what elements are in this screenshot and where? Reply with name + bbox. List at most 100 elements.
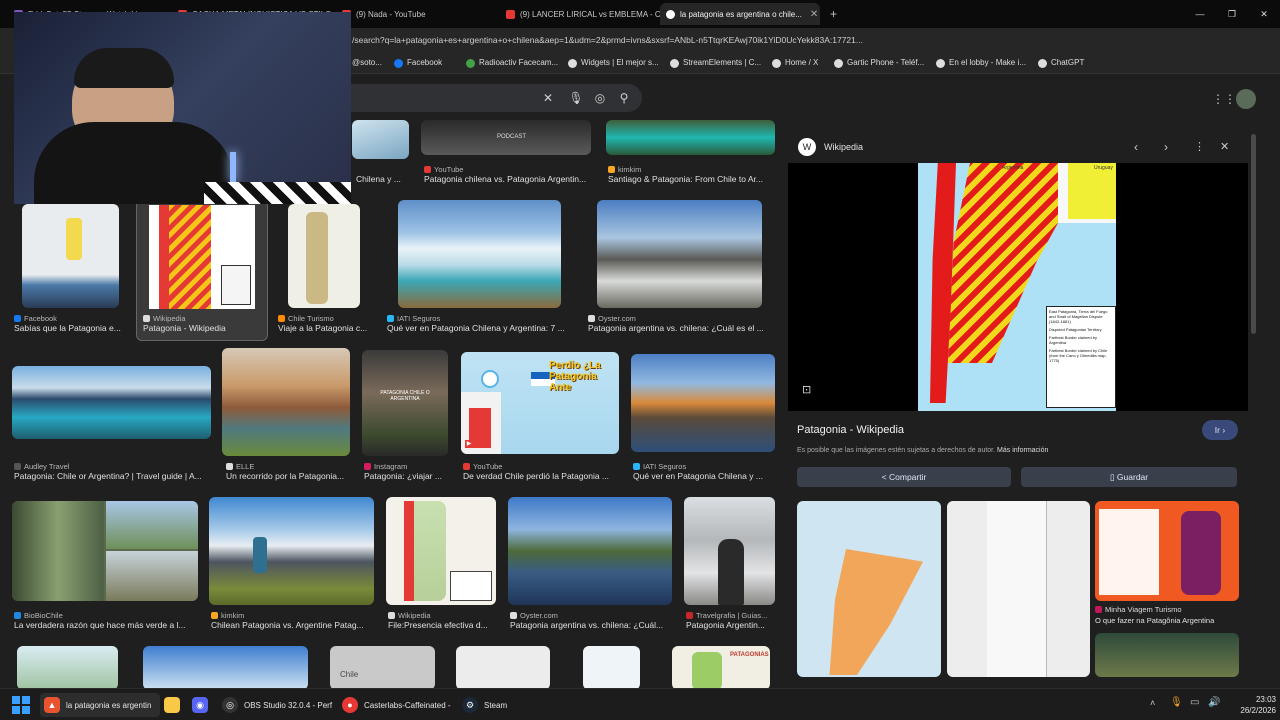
result-thumb[interactable] [398,200,561,308]
save-button[interactable]: ▯ Guardar [1021,467,1237,487]
result-thumb[interactable] [386,497,496,605]
search-box[interactable]: ✕ 🎙 ◎ ⚲ [340,84,642,112]
panel-site[interactable]: Wikipedia [824,142,863,152]
tab-nada[interactable]: (9) Nada - YouTube [336,3,496,25]
result-title[interactable]: Qué ver en Patagonia Chilena y Argentina… [387,323,573,333]
result-thumb[interactable] [22,204,119,308]
result-title[interactable]: File:Presencia efectiva d... [388,620,498,630]
result-thumb[interactable]: Chile [330,646,435,688]
wikipedia-icon [143,315,150,322]
tab-patagonia[interactable]: la patagonia es argentina o chile... ✕ [660,3,820,25]
result-thumb[interactable] [508,497,672,605]
visit-button[interactable]: Ir › [1202,420,1238,440]
close-panel-icon[interactable]: ✕ [1220,140,1229,153]
windows-start-icon[interactable] [12,696,30,714]
lens-icon[interactable]: ◎ [592,90,608,106]
network-icon[interactable]: ▭ [1190,697,1199,708]
close-window-button[interactable]: ✕ [1248,0,1280,28]
panel-scrollbar[interactable] [1251,134,1256,334]
bookmark-radioactiv[interactable]: Radioactiv Facecam... [466,56,558,70]
taskbar-app-discord[interactable]: ◉ [188,693,218,717]
result-thumb[interactable] [583,646,640,688]
result-thumb[interactable] [352,120,409,159]
bookmark-chatgpt[interactable]: ChatGPT [1038,56,1084,70]
panel-title[interactable]: Patagonia - Wikipedia [797,424,904,436]
result-thumb[interactable]: Perdio ¿La Patagonia Ante ▶ [461,352,619,454]
result-thumb[interactable] [143,646,308,688]
taskbar-app-obs[interactable]: ◎ OBS Studio 32.0.4 - Perf [218,693,338,717]
result-title[interactable]: Qué ver en Patagonia Chilena y ... [633,471,775,481]
tray-expand-icon[interactable]: ˄ [1150,698,1155,708]
related-title[interactable]: O que fazer na Patagônia Argentina [1095,616,1239,625]
microphone-icon[interactable]: 🎙 [1170,697,1183,708]
related-thumb[interactable] [1095,501,1239,601]
result-thumb[interactable] [17,646,118,688]
bookmark-facebook[interactable]: Facebook [394,56,442,70]
result-title[interactable]: Un recorrido por la Patagonia... [226,471,350,481]
mic-icon[interactable]: 🎙 [568,90,584,106]
result-thumb[interactable] [209,497,374,605]
taskbar-app-casterlabs[interactable]: ● Casterlabs-Caffeinated - [338,693,458,717]
result-title[interactable]: Santiago & Patagonia: From Chile to Ar..… [608,174,774,184]
new-tab-button[interactable]: + [824,3,844,25]
result-title[interactable]: Patagonia chilena vs. Patagonia Argentin… [424,174,590,184]
result-title[interactable]: Patagonia: ¿viajar ... [364,471,454,481]
minimize-button[interactable]: — [1184,0,1216,28]
result-thumb[interactable]: PATAGONIAS [672,646,770,688]
result-title[interactable]: Chilean Patagonia vs. Argentine Patag... [211,620,369,630]
result-title[interactable]: Patagonia - Wikipedia [143,323,263,333]
related-thumb[interactable] [947,501,1090,677]
result-card-selected[interactable]: Wikipedia Patagonia - Wikipedia [136,200,268,341]
bookmark-gartic[interactable]: Gartic Phone - Teléf... [834,56,924,70]
result-title[interactable]: Patagonia: Chile or Argentina? | Travel … [14,471,210,481]
bookmark-streamelements[interactable]: StreamElements | C... [670,56,761,70]
url-field[interactable]: /search?q=la+patagonia+es+argentina+o+ch… [352,32,952,48]
search-icon[interactable]: ⚲ [616,90,632,106]
result-thumb[interactable] [12,366,211,439]
taskbar-app-explorer[interactable] [160,693,190,717]
result-thumb[interactable]: PODCAST [421,120,591,155]
result-title[interactable]: Chilena y ... [356,174,408,184]
result-thumb[interactable] [606,120,775,155]
result-title[interactable]: Patagonia Argentin... [686,620,776,630]
preview-image-area[interactable]: Uruguay Argentina East Patagonia, Tierra… [788,163,1248,411]
volume-icon[interactable]: 🔊 [1208,697,1220,708]
result-title[interactable]: Patagonia argentina vs. chilena: ¿Cuál..… [510,620,672,630]
more-options-icon[interactable]: ⋮ [1194,140,1205,153]
related-thumb[interactable] [797,501,941,677]
result-thumb[interactable] [288,204,360,308]
related-thumb[interactable] [1095,633,1239,677]
result-thumb[interactable] [684,497,775,605]
clear-search-icon[interactable]: ✕ [540,90,556,106]
result-thumb[interactable] [597,200,762,308]
maximize-button[interactable]: ❐ [1216,0,1248,28]
result-title[interactable]: Viaje a la Patagonia c... [278,323,370,333]
bookmark-x[interactable]: Home / X [772,56,818,70]
result-thumb[interactable]: PATAGONIA CHILE O ARGENTINA [362,350,448,456]
close-tab-icon[interactable]: ✕ [810,9,818,20]
result-source: Travelgrafia | Guias... [686,611,776,620]
apps-grid-icon[interactable]: ⋮⋮ [1212,92,1236,106]
result-title[interactable]: De verdad Chile perdió la Patagonia ... [463,471,619,481]
bookmark-widgets[interactable]: Widgets | El mejor s... [568,56,659,70]
bookmark-lobby[interactable]: En el lobby - Make i... [936,56,1026,70]
more-info-link[interactable]: Más información [997,447,1048,454]
result-thumb[interactable] [222,348,350,456]
next-image-icon[interactable]: › [1164,140,1168,154]
bookmark-soto[interactable]: @soto... [352,56,382,70]
tab-lancer[interactable]: (9) LANCER LIRICAL vs EMBLEMA - C... [500,3,660,25]
prev-image-icon[interactable]: ‹ [1134,140,1138,154]
clock[interactable]: 23:03 26/2/2026 [1230,694,1276,716]
result-title[interactable]: Sabías que la Patagonia e... [14,323,126,333]
result-thumb[interactable] [12,501,198,601]
result-title[interactable]: Patagonia argentina vs. chilena: ¿Cuál e… [588,323,774,333]
result-title[interactable]: La verdadera razón que hace más verde a … [14,620,194,630]
lens-icon[interactable]: ⊡ [802,383,811,396]
bookmark-icon: ▯ [1109,471,1117,482]
share-button[interactable]: < Compartir [797,467,1011,487]
taskbar-app-steam[interactable]: ⚙ Steam [458,693,528,717]
taskbar-app-brave[interactable]: ▲ la patagonia es argentin [40,693,160,717]
avatar[interactable] [1236,89,1256,109]
result-thumb[interactable] [456,646,550,688]
result-thumb[interactable] [631,354,775,452]
